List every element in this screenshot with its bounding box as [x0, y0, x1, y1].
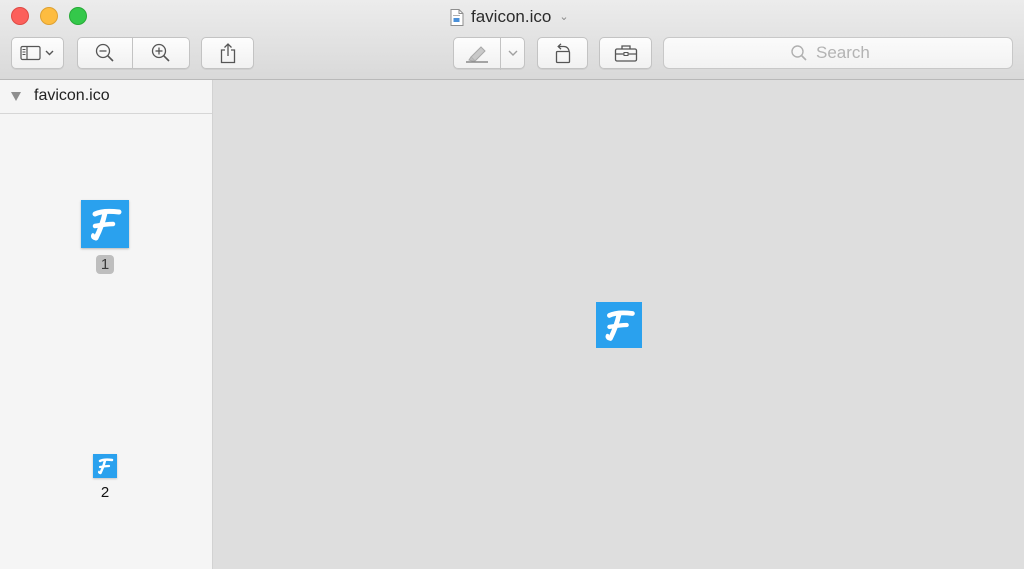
favicon-thumbnail-icon	[81, 200, 129, 248]
preview-window: favicon.ico ⌄ Search favicon.ico 1 2	[0, 0, 1024, 569]
zoom-in-icon	[151, 43, 170, 62]
page-number-label: 1	[95, 255, 115, 274]
document-view[interactable]	[213, 80, 1024, 569]
page-thumbnail-2[interactable]: 2	[93, 454, 117, 501]
zoom-button[interactable]	[69, 7, 87, 25]
chevron-down-icon	[508, 50, 517, 56]
toolbox-icon	[614, 45, 637, 62]
letter-f-icon	[98, 458, 114, 475]
favicon-thumbnail-icon	[93, 454, 117, 478]
rotate-button[interactable]	[537, 37, 588, 69]
title-toolbar: favicon.ico ⌄	[0, 0, 1024, 80]
window-title: favicon.ico	[471, 7, 552, 26]
sidebar-icon	[19, 45, 53, 61]
favicon-image	[596, 302, 642, 348]
letter-f-icon	[605, 310, 635, 341]
search-field[interactable]	[663, 37, 1013, 69]
markup-dropdown-button[interactable]	[500, 37, 525, 69]
zoom-in-button[interactable]	[133, 37, 190, 69]
minimize-button[interactable]	[40, 7, 58, 25]
thumbnail-sidebar: favicon.ico 1 2	[0, 80, 213, 569]
disclosure-triangle-icon[interactable]	[11, 92, 21, 101]
zoom-out-button[interactable]	[77, 37, 133, 69]
sidebar-toggle-button[interactable]	[11, 37, 64, 69]
page-thumbnail-1[interactable]: 1	[81, 200, 129, 274]
zoom-out-icon	[95, 43, 114, 62]
search-input[interactable]	[816, 43, 886, 63]
markup-button[interactable]	[453, 37, 501, 69]
title-chevron-icon[interactable]: ⌄	[559, 10, 568, 23]
toolbox-button[interactable]	[599, 37, 652, 69]
sidebar-file-name: favicon.ico	[34, 87, 110, 104]
highlighter-icon	[466, 46, 488, 63]
share-button[interactable]	[201, 37, 254, 69]
page-number-label: 2	[100, 484, 110, 501]
letter-f-icon	[91, 208, 122, 241]
close-button[interactable]	[11, 7, 29, 25]
search-icon	[791, 45, 807, 61]
sidebar-file-row[interactable]: favicon.ico	[0, 80, 212, 114]
window-title-area[interactable]: favicon.ico ⌄	[450, 6, 569, 28]
share-icon	[220, 43, 235, 64]
rotate-left-icon	[555, 43, 570, 64]
document-icon	[450, 8, 464, 26]
